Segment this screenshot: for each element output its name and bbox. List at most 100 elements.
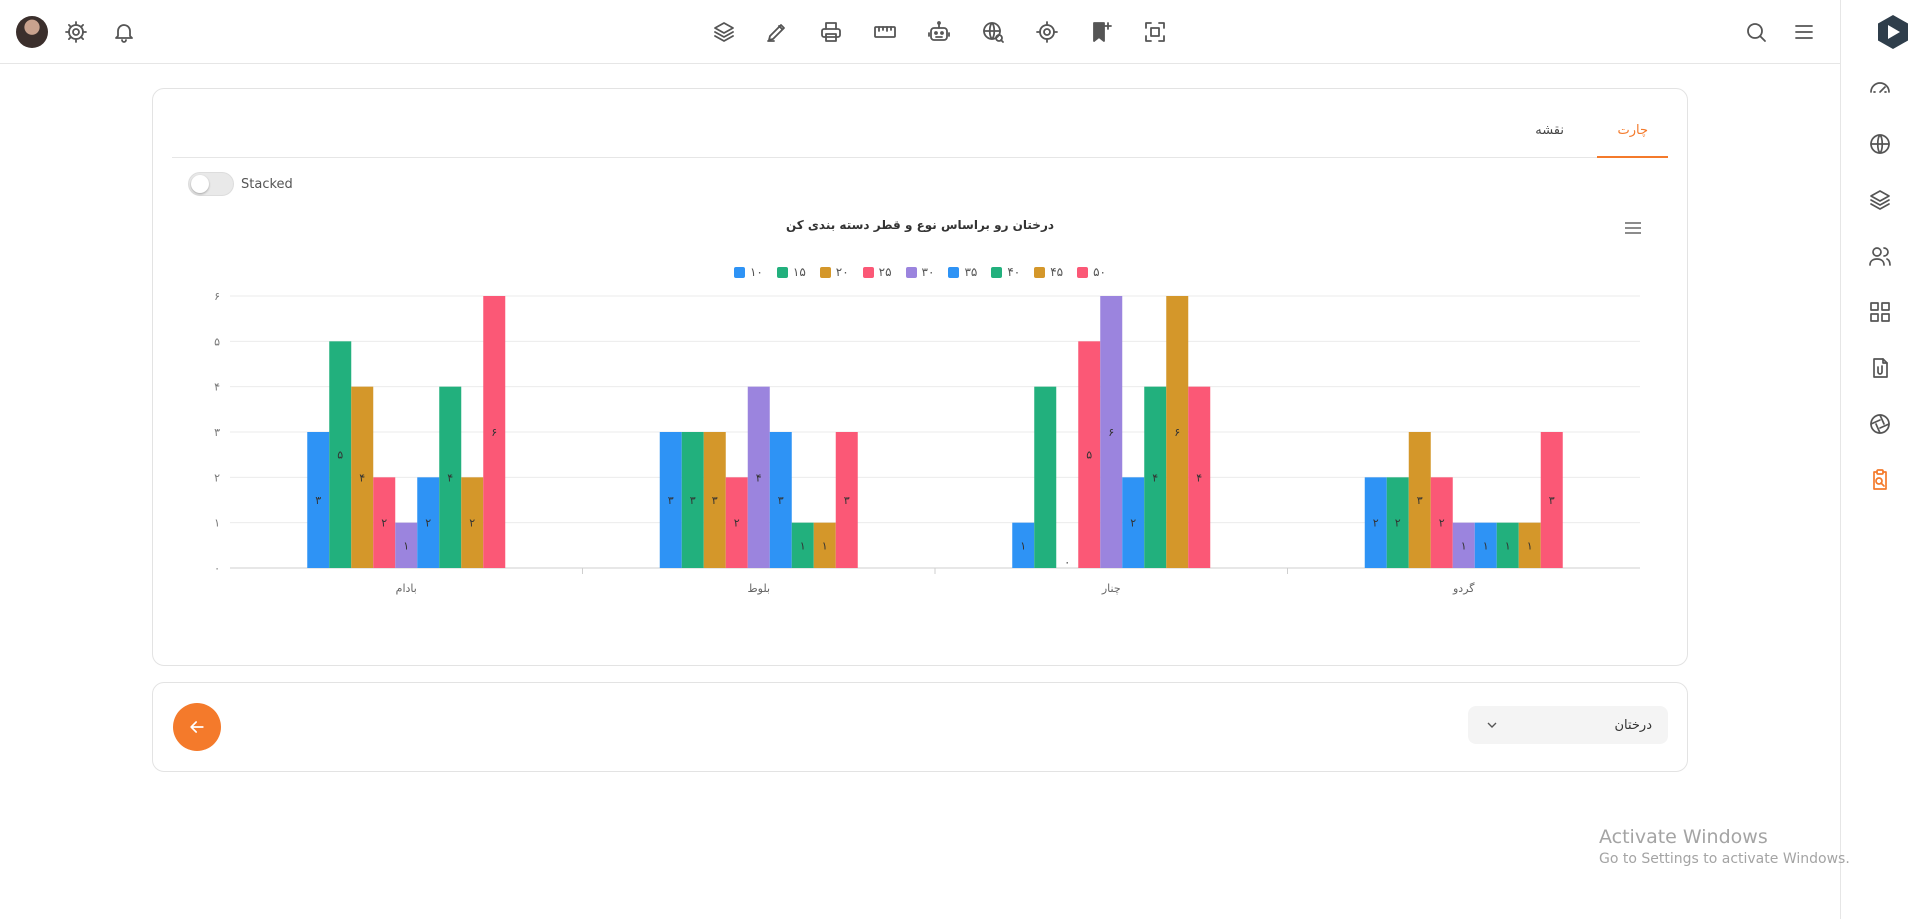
legend-item[interactable]: ۳۵ — [948, 262, 977, 282]
legend-item[interactable]: ۱۰ — [733, 262, 763, 282]
layer-select[interactable]: درختان — [1468, 706, 1668, 744]
legend-swatch — [862, 266, 874, 278]
search-icon[interactable] — [1738, 14, 1774, 50]
bar-data-label: ۳ — [690, 494, 696, 507]
legend-item[interactable]: ۴۰ — [991, 262, 1020, 282]
bar-data-label: ۲ — [425, 517, 431, 530]
chart-legend: ۱۰ ۱۵ ۲۰ ۲۵ ۳۰ ۳۵ ۴۰ ۴۵ ۵۰ — [680, 262, 1160, 282]
robot-icon[interactable] — [921, 14, 957, 50]
x-tick-label: گردو — [1452, 582, 1475, 595]
legend-swatch — [776, 266, 788, 278]
bar-data-label: ۶ — [1174, 426, 1180, 439]
grid-icon[interactable] — [1862, 294, 1898, 330]
bar-data-label: ۱ — [800, 539, 806, 552]
globe-icon[interactable] — [1862, 126, 1898, 162]
y-tick-label: ۱ — [214, 517, 220, 530]
legend-item[interactable]: ۲۰ — [819, 262, 849, 282]
bar-data-label: ۶ — [491, 426, 497, 439]
bar-data-label: ۰ — [1064, 556, 1070, 569]
bar-data-label: ۲ — [1395, 517, 1401, 530]
layer-select-value: درختان — [1614, 717, 1652, 733]
x-tick-label: بلوط — [747, 582, 770, 595]
legend-label: ۲۵ — [878, 265, 892, 279]
users-icon[interactable] — [1862, 238, 1898, 274]
legend-label: ۴۰ — [1007, 265, 1021, 279]
ruler-icon[interactable] — [867, 14, 903, 50]
bar-data-label: ۴ — [756, 471, 762, 484]
bar-data-label: ۳ — [1549, 494, 1555, 507]
hamburger-icon[interactable] — [1786, 14, 1822, 50]
x-tick-label: چنار — [1101, 582, 1121, 595]
bookmark-add-icon[interactable] — [1083, 14, 1119, 50]
legend-item[interactable]: ۳۰ — [905, 262, 935, 282]
bar-data-label: ۲ — [381, 517, 387, 530]
bar-data-label: ۱ — [1020, 539, 1026, 552]
bar-data-label: ۵ — [337, 449, 343, 462]
legend-label: ۴۵ — [1050, 265, 1064, 279]
edit-icon[interactable] — [759, 14, 795, 50]
speedometer-icon[interactable] — [1862, 70, 1898, 106]
target-icon[interactable] — [1029, 14, 1065, 50]
legend-swatch — [1077, 266, 1089, 278]
legend-swatch — [905, 266, 917, 278]
logo-icon[interactable] — [1875, 14, 1911, 50]
activation-watermark: Activate Windows Go to Settings to activ… — [1599, 826, 1850, 867]
y-tick-label: ۳ — [214, 426, 220, 439]
bar-data-label: ۴ — [447, 471, 453, 484]
tab-chart[interactable]: چارت — [1597, 114, 1668, 158]
legend-label: ۳۵ — [964, 265, 978, 279]
bar-data-label: ۳ — [712, 494, 718, 507]
layers-icon[interactable] — [706, 14, 742, 50]
bar-data-label: ۱ — [1527, 539, 1533, 552]
y-tick-label: ۶ — [214, 290, 220, 303]
legend-item[interactable]: ۱۵ — [776, 262, 806, 282]
legend-label: ۵۰ — [1093, 265, 1106, 279]
aperture-icon[interactable] — [1862, 406, 1898, 442]
layers-icon[interactable] — [1862, 182, 1898, 218]
legend-item[interactable]: ۲۵ — [862, 262, 892, 282]
clipboard-search-icon[interactable] — [1862, 462, 1898, 498]
file-attach-icon[interactable] — [1862, 350, 1898, 386]
bar-data-label: ۳ — [1417, 494, 1423, 507]
legend-label: ۳۰ — [921, 265, 935, 279]
y-tick-label: ۵ — [214, 335, 220, 348]
bar-data-label: ۳ — [778, 494, 784, 507]
toggle-knob — [191, 175, 209, 193]
bell-icon[interactable] — [106, 14, 142, 50]
y-tick-label: ۰ — [214, 562, 220, 575]
legend-swatch — [819, 266, 831, 278]
tab-bar: چارت نقشه — [172, 114, 1668, 158]
legend-item[interactable]: ۵۰ — [1077, 262, 1106, 282]
legend-label: ۲۰ — [835, 265, 849, 279]
bar-data-label: ۳ — [315, 494, 321, 507]
legend-item[interactable]: ۴۵ — [1034, 262, 1063, 282]
bar-chart: ۰ ۱ ۲ ۳ ۴ ۵ ۶ ۳ ۵ ۴ ۲ ۱ ۲ ۴ ۲ ۶ بادام ۳ ۳ ۳ ۲ ۴ ۳ ۱ ۱ ۳ بلوط ۱ ۰ ۵ ۶ ۲ ۴… — [214, 290, 1640, 595]
scan-icon[interactable] — [1137, 14, 1173, 50]
bar-data-label: ۳ — [668, 494, 674, 507]
bar-data-label: ۲ — [1130, 517, 1136, 530]
chevron-down-icon — [1487, 722, 1497, 728]
bar — [1034, 386, 1057, 568]
legend-swatch — [733, 266, 745, 278]
stacked-label: Stacked — [241, 177, 293, 192]
bar-data-label: ۱ — [1483, 539, 1489, 552]
watermark-line2: Go to Settings to activate Windows. — [1599, 851, 1850, 867]
chart-title: درختان رو براساس نوع و قطر دسته بندی کن — [785, 218, 1055, 232]
x-tick-label: بادام — [396, 582, 417, 595]
avatar[interactable] — [16, 16, 48, 48]
legend-label: ۱۰ — [749, 265, 763, 279]
settings-icon[interactable] — [58, 14, 94, 50]
bar-data-label: ۴ — [1196, 471, 1202, 484]
top-toolbar — [0, 0, 1840, 64]
back-button[interactable] — [173, 703, 221, 751]
bar-data-label: ۱ — [822, 539, 828, 552]
print-icon[interactable] — [813, 14, 849, 50]
tab-map[interactable]: نقشه — [1515, 114, 1584, 158]
arrow-left-icon — [190, 721, 204, 733]
globe-search-icon[interactable] — [975, 14, 1011, 50]
stacked-toggle[interactable] — [188, 172, 234, 196]
bar-data-label: ۱ — [1461, 539, 1467, 552]
legend-label: ۱۵ — [792, 265, 806, 279]
bar-data-label: ۲ — [469, 517, 475, 530]
chart-menu-icon[interactable] — [1622, 218, 1644, 238]
